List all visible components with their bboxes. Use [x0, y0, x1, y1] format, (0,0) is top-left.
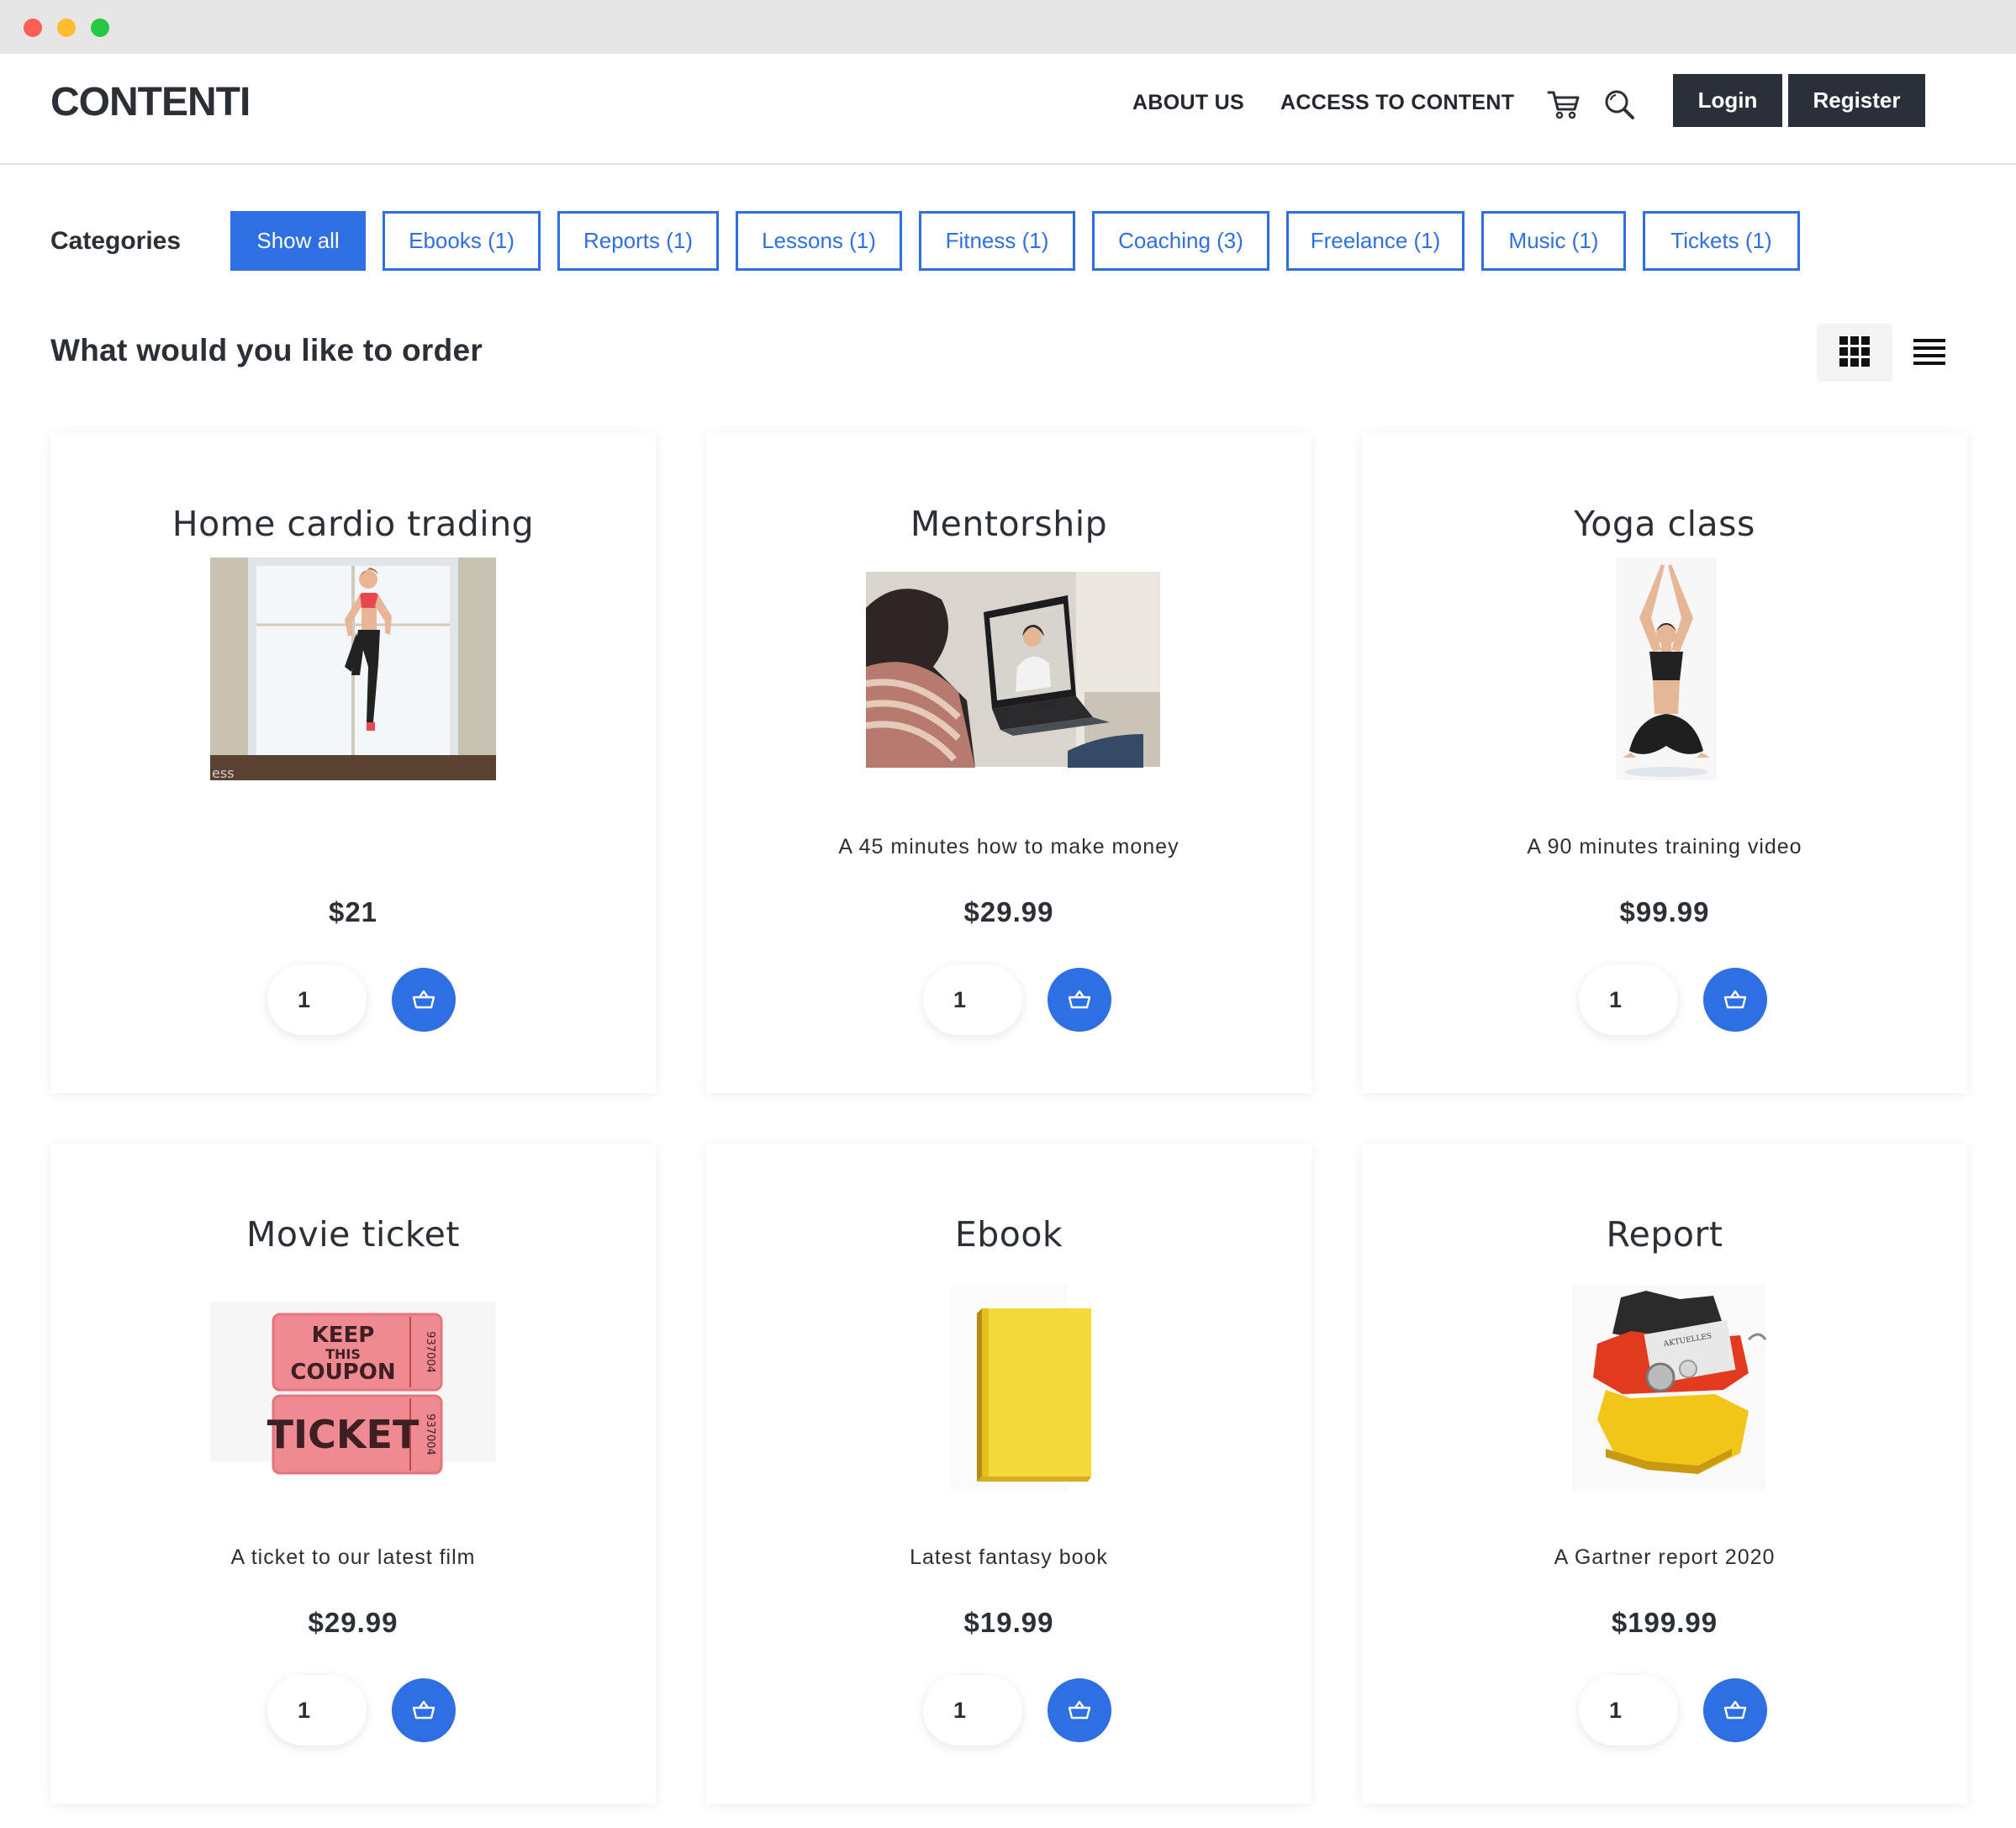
maximize-window-icon[interactable]: [91, 18, 109, 37]
svg-text:TICKET: TICKET: [267, 1412, 420, 1457]
quantity-input[interactable]: [923, 964, 1022, 1035]
product-description: Latest fantasy book: [910, 1545, 1108, 1569]
product-title: Movie ticket: [246, 1214, 460, 1255]
quantity-input[interactable]: [267, 1675, 367, 1746]
product-price: $21: [328, 896, 378, 927]
product-card: Yoga class A 90 minutes training video $…: [1362, 433, 1967, 1093]
product-image-ticket: KEEP THIS COUPON TICKET 937004 937004: [210, 1268, 496, 1491]
quantity-input[interactable]: [1579, 1675, 1678, 1746]
category-music[interactable]: Music (1): [1481, 211, 1626, 271]
product-price: $19.99: [963, 1607, 1054, 1638]
list-view-toggle[interactable]: [1902, 324, 1957, 379]
add-to-cart-button[interactable]: [392, 968, 456, 1032]
product-image-video-call: [865, 557, 1160, 780]
product-price: $99.99: [1619, 896, 1710, 927]
category-fitness[interactable]: Fitness (1): [919, 211, 1075, 271]
svg-text:937004: 937004: [424, 1331, 436, 1373]
login-button[interactable]: Login: [1673, 74, 1782, 127]
product-description: A Gartner report 2020: [1554, 1545, 1776, 1569]
grid-view-icon: [1839, 336, 1870, 367]
site-logo[interactable]: CONTENTI: [50, 79, 251, 125]
product-description: A ticket to our latest film: [230, 1545, 476, 1569]
search-icon[interactable]: [1599, 84, 1639, 124]
basket-icon: [1723, 1700, 1747, 1720]
svg-text:ess: ess: [212, 765, 235, 780]
product-description: A 45 minutes how to make money: [838, 835, 1180, 859]
categories-label: Categories: [50, 227, 182, 255]
product-description: A 90 minutes training video: [1527, 835, 1802, 859]
category-lessons[interactable]: Lessons (1): [736, 211, 902, 271]
product-title: Home cardio trading: [172, 504, 535, 544]
register-button[interactable]: Register: [1788, 74, 1925, 127]
close-window-icon[interactable]: [24, 18, 42, 37]
add-to-cart-button[interactable]: [1048, 1678, 1111, 1742]
basket-icon: [1068, 990, 1091, 1009]
grid-view-toggle[interactable]: [1818, 324, 1892, 379]
product-title: Ebook: [954, 1214, 1063, 1255]
category-ebooks[interactable]: Ebooks (1): [383, 211, 541, 271]
product-title: Yoga class: [1574, 504, 1755, 544]
product-title: Report: [1606, 1214, 1723, 1255]
nav-about-us[interactable]: ABOUT US: [1132, 91, 1244, 115]
site-header: CONTENTI ABOUT US ACCESS TO CONTENT Logi…: [0, 54, 2016, 165]
product-price: $29.99: [308, 1607, 398, 1638]
quantity-input[interactable]: [923, 1675, 1022, 1746]
category-coaching[interactable]: Coaching (3): [1092, 211, 1269, 271]
product-image-book: [866, 1268, 1152, 1495]
product-title: Mentorship: [910, 504, 1108, 544]
cart-icon[interactable]: [1544, 84, 1584, 124]
quantity-input[interactable]: [267, 964, 367, 1035]
add-to-cart-button[interactable]: [1048, 968, 1111, 1032]
quantity-input[interactable]: [1579, 964, 1678, 1035]
product-image-fitness: ess: [210, 557, 496, 781]
product-card: Report AKTUELLES A Gartner report 2020 $…: [1362, 1144, 1967, 1804]
minimize-window-icon[interactable]: [57, 18, 76, 37]
basket-icon: [412, 1700, 435, 1720]
add-to-cart-button[interactable]: [392, 1678, 456, 1742]
category-tickets[interactable]: Tickets (1): [1643, 211, 1800, 271]
product-card: Movie ticket KEEP THIS COUPON TICKET 937…: [50, 1144, 656, 1804]
basket-icon: [412, 990, 435, 1009]
product-card: Ebook Latest fantasy book $19.99: [706, 1144, 1311, 1804]
category-reports[interactable]: Reports (1): [557, 211, 719, 271]
add-to-cart-button[interactable]: [1703, 968, 1767, 1032]
nav-access-to-content[interactable]: ACCESS TO CONTENT: [1280, 91, 1514, 115]
basket-icon: [1723, 990, 1747, 1009]
product-image-germany-map: AKTUELLES: [1522, 1268, 1808, 1495]
svg-text:COUPON: COUPON: [290, 1360, 395, 1385]
product-price: $29.99: [963, 896, 1054, 927]
product-price: $199.99: [1611, 1607, 1718, 1638]
add-to-cart-button[interactable]: [1703, 1678, 1767, 1742]
section-title: What would you like to order: [50, 333, 483, 367]
svg-text:937004: 937004: [424, 1413, 436, 1456]
product-card: Mentorship A 45 minutes how to make mone…: [706, 433, 1311, 1093]
basket-icon: [1068, 1700, 1091, 1720]
product-card: Home cardio trading ess $21: [50, 433, 656, 1093]
window-titlebar: [0, 0, 2016, 54]
svg-text:KEEP: KEEP: [312, 1323, 375, 1348]
product-image-yoga: [1522, 557, 1808, 780]
category-show-all[interactable]: Show all: [230, 211, 366, 271]
list-view-icon: [1913, 339, 1945, 365]
category-freelance[interactable]: Freelance (1): [1286, 211, 1465, 271]
